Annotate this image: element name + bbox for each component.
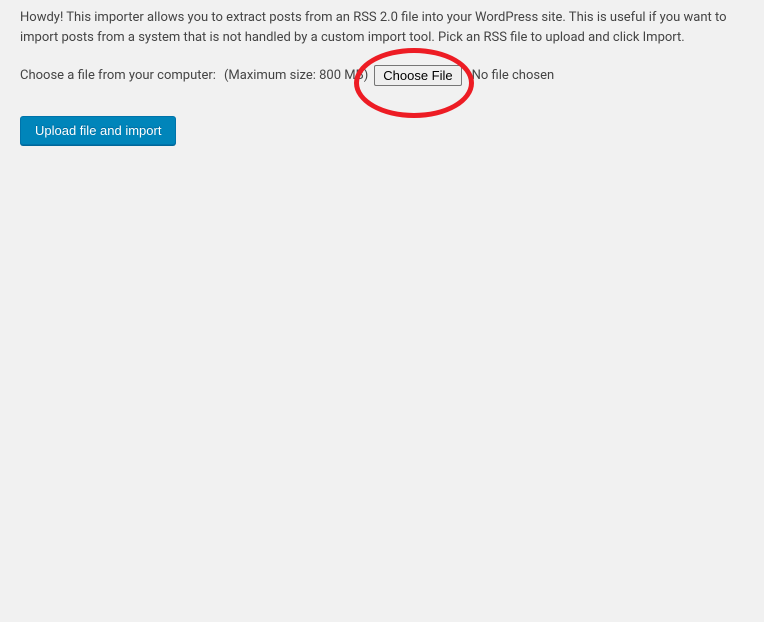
choose-file-button[interactable]: Choose File xyxy=(374,65,461,86)
intro-paragraph: Howdy! This importer allows you to extra… xyxy=(20,8,744,47)
upload-import-button[interactable]: Upload file and import xyxy=(20,116,176,145)
file-chooser-label: Choose a file from your computer: xyxy=(20,68,216,83)
max-size-text: (Maximum size: 800 MB) xyxy=(224,68,368,83)
file-chooser-row: Choose a file from your computer: (Maxim… xyxy=(20,65,744,86)
no-file-chosen-text: No file chosen xyxy=(472,68,555,83)
